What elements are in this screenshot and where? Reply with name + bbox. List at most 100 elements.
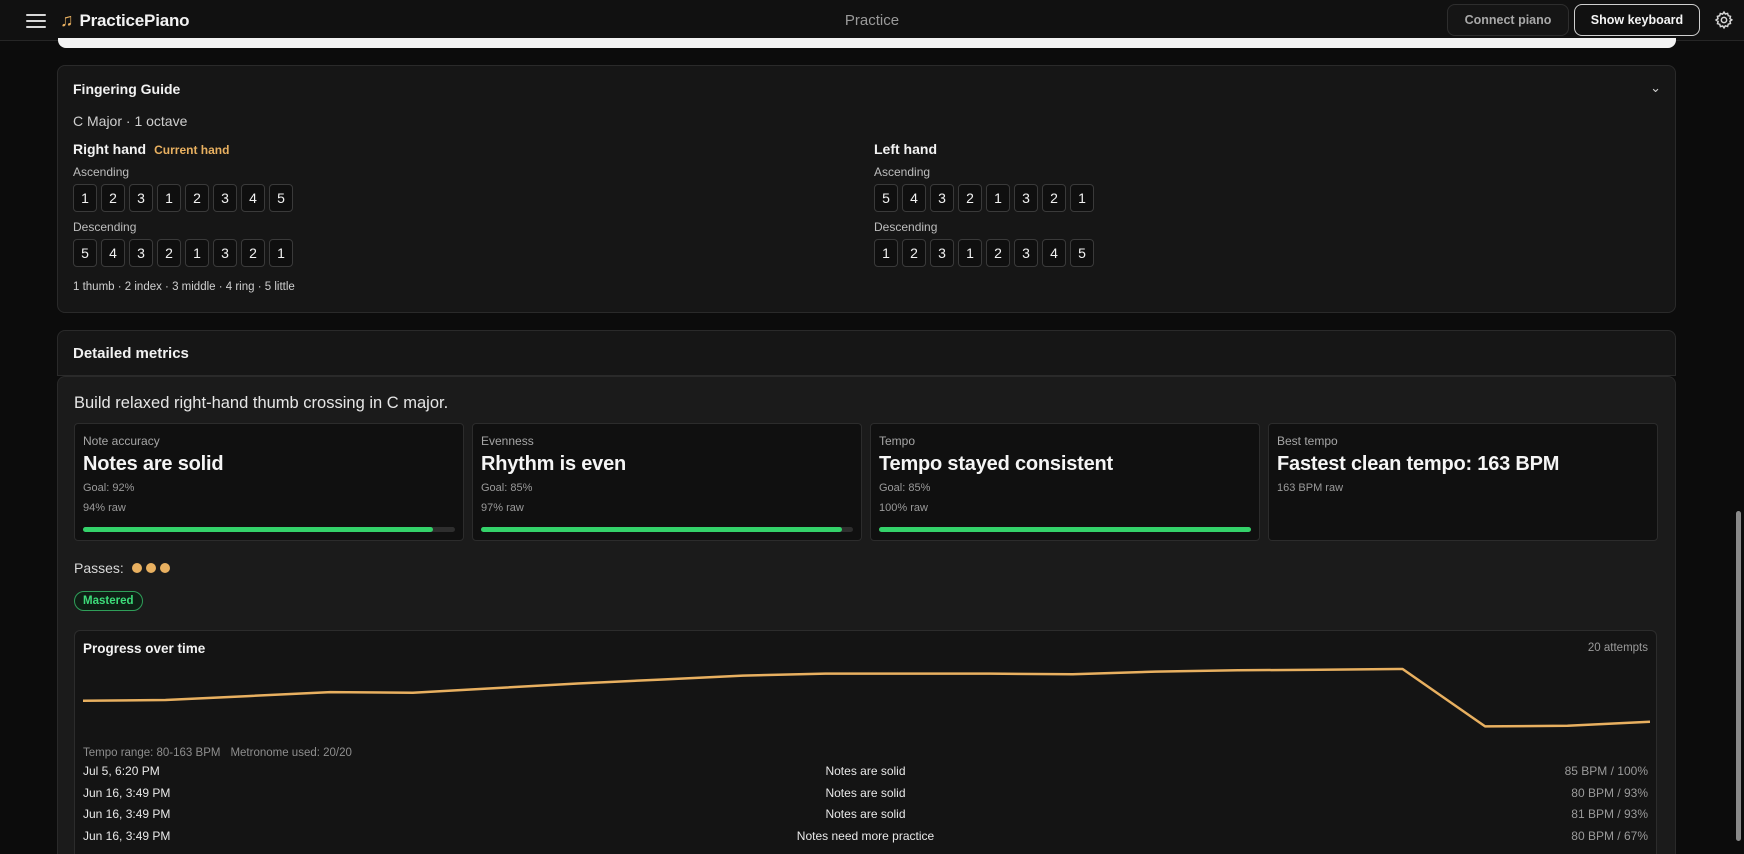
descending-label: Descending [73, 220, 137, 234]
detailed-metrics-title: Detailed metrics [73, 345, 189, 362]
pass-dot [131, 563, 142, 573]
ascending-label: Ascending [73, 165, 130, 179]
metric-label: Tempo [879, 434, 916, 448]
attempt-row[interactable]: Jul 5, 6:20 PM Notes are solid 85 BPM / 10… [83, 764, 1648, 784]
progress-over-time-card: Progress over time 20 attempts Tempo ran… [74, 630, 1657, 854]
gear-icon[interactable] [1714, 10, 1734, 30]
metric-raw: 163 BPM raw [1277, 482, 1344, 494]
finger-number: 5 [73, 239, 97, 267]
pass-dot [159, 563, 170, 573]
right-hand-title: Right hand [73, 141, 147, 157]
right-ascending-sequence: 12312345 [73, 184, 293, 212]
scrollbar-thumb[interactable] [1736, 511, 1741, 841]
right-descending-sequence: 54321321 [73, 239, 293, 267]
finger-number: 2 [986, 239, 1010, 267]
metric-goal: Goal: 85% [879, 482, 931, 494]
finger-number: 3 [213, 239, 237, 267]
attempt-value: 80 BPM / 67% [1571, 828, 1648, 843]
fingering-guide-card: Fingering Guide ⌄ C Major · 1 octave Rig… [57, 65, 1676, 313]
current-hand-badge: Current hand [154, 143, 230, 157]
metric-tile-tempo: Tempo Tempo stayed consistent Goal: 85% … [870, 423, 1260, 541]
music-note-icon: ♫ [60, 10, 74, 30]
finger-number: 2 [157, 239, 181, 267]
menu-icon[interactable] [26, 11, 46, 29]
connect-piano-button[interactable]: Connect piano [1447, 4, 1569, 36]
metric-label: Best tempo [1277, 434, 1338, 448]
scrollbar[interactable] [1734, 41, 1744, 854]
attempt-value: 85 BPM / 100% [1564, 764, 1648, 778]
progress-bar-fill [83, 527, 433, 532]
fingering-guide-title: Fingering Guide [73, 81, 181, 97]
metric-goal: Goal: 92% [83, 482, 135, 494]
finger-number: 1 [73, 184, 97, 212]
metric-headline: Rhythm is even [481, 453, 627, 475]
metronome-used: Metronome used: 20/20 [230, 747, 352, 759]
finger-number: 3 [213, 184, 237, 212]
finger-number: 2 [185, 184, 209, 212]
finger-number: 2 [1042, 184, 1066, 212]
attempt-row[interactable]: Jun 16, 3:49 PM Notes are solid 81 BPM / 9… [83, 807, 1648, 827]
progress-bar [481, 527, 853, 532]
finger-number: 5 [874, 184, 898, 212]
left-hand-title: Left hand [874, 141, 937, 157]
finger-number: 1 [157, 184, 181, 212]
scale-subtitle: C Major · 1 octave [73, 113, 188, 129]
metric-headline: Tempo stayed consistent [879, 453, 1113, 475]
previous-panel-edge [58, 38, 1676, 48]
left-hand-section: Left hand Ascending 54321321 Descending … [874, 141, 1094, 267]
metric-raw: 100% raw [879, 502, 928, 514]
metric-tile-accuracy: Note accuracy Notes are solid Goal: 92% … [74, 423, 464, 541]
finger-number: 3 [1014, 184, 1038, 212]
metric-raw: 97% raw [481, 502, 524, 514]
app-logo[interactable]: ♫ PracticePiano [60, 10, 190, 31]
finger-number: 5 [269, 184, 293, 212]
finger-number: 5 [1070, 239, 1094, 267]
attempts-count: 20 attempts [1587, 642, 1648, 654]
attempt-message: Notes need more practice [796, 828, 935, 843]
descending-label: Descending [874, 220, 938, 234]
progress-title: Progress over time [83, 641, 206, 656]
finger-number: 1 [986, 184, 1010, 212]
finger-number: 2 [902, 239, 926, 267]
attempt-message: Notes are solid [825, 807, 906, 821]
left-ascending-sequence: 54321321 [874, 184, 1094, 212]
pass-dots [131, 563, 170, 573]
metric-tile-best-tempo: Best tempo Fastest clean tempo: 163 BPM … [1268, 423, 1658, 541]
top-bar: ♫ PracticePiano Practice Connect piano S… [0, 0, 1744, 41]
chevron-down-icon[interactable]: ⌄ [1650, 80, 1661, 96]
detailed-metrics-body: Build relaxed right-hand thumb crossing … [57, 376, 1676, 854]
finger-number: 4 [101, 239, 125, 267]
finger-number: 4 [241, 184, 265, 212]
metric-label: Evenness [481, 434, 534, 448]
app-name: PracticePiano [79, 10, 190, 30]
passes-label: Passes: [74, 560, 124, 576]
metric-label: Note accuracy [83, 434, 160, 448]
finger-number: 1 [269, 239, 293, 267]
finger-legend: 1 thumb · 2 index · 3 middle · 4 ring · … [73, 281, 295, 293]
finger-number: 2 [958, 184, 982, 212]
left-descending-sequence: 12312345 [874, 239, 1094, 267]
detailed-metrics-header[interactable]: Detailed metrics [57, 330, 1676, 376]
finger-number: 1 [185, 239, 209, 267]
finger-number: 3 [129, 239, 153, 267]
metric-raw: 94% raw [83, 502, 126, 514]
attempt-message: Notes are solid [825, 764, 906, 778]
attempt-message: Notes are solid [825, 785, 906, 800]
finger-number: 3 [930, 239, 954, 267]
finger-number: 3 [1014, 239, 1038, 267]
progress-series-line [83, 667, 1650, 728]
finger-number: 1 [874, 239, 898, 267]
progress-bar-fill [879, 527, 1251, 532]
mastered-badge: Mastered [74, 591, 143, 611]
show-keyboard-button[interactable]: Show keyboard [1574, 4, 1700, 36]
metric-tile-evenness: Evenness Rhythm is even Goal: 85% 97% ra… [472, 423, 862, 541]
tempo-range: Tempo range: 80-163 BPM [83, 747, 221, 759]
progress-bar [879, 527, 1251, 532]
attempt-value: 81 BPM / 93% [1571, 807, 1648, 821]
attempt-row[interactable]: Jun 16, 3:49 PM Notes are solid 80 BPM / 9… [83, 786, 1648, 806]
finger-number: 1 [958, 239, 982, 267]
finger-number: 2 [101, 184, 125, 212]
metric-headline: Notes are solid [83, 453, 224, 475]
attempt-row[interactable]: Jun 16, 3:49 PM Notes need more practice 8… [83, 829, 1648, 849]
finger-number: 3 [930, 184, 954, 212]
